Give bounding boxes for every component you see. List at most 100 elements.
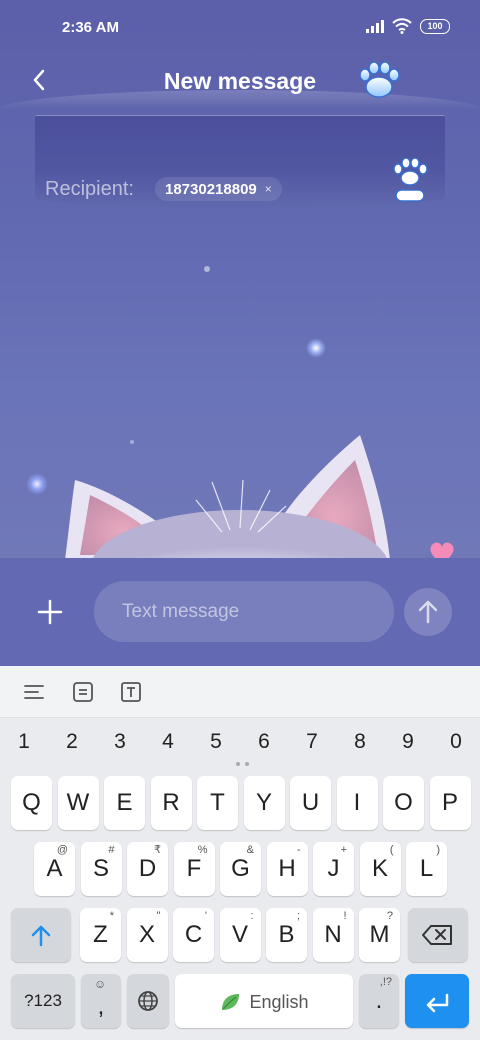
key-i[interactable]: I xyxy=(336,776,378,830)
shift-key[interactable] xyxy=(11,908,71,962)
recipient-panel: Recipient: 18730218809 × xyxy=(35,115,445,207)
keyboard-toolbar xyxy=(0,666,480,718)
key-label: T xyxy=(210,789,225,816)
key-l[interactable]: ) L xyxy=(406,842,447,896)
send-arrow-icon xyxy=(418,600,438,624)
key-label: L xyxy=(419,855,434,882)
menu-lines-icon[interactable] xyxy=(22,680,46,704)
number-key[interactable]: 3 xyxy=(96,718,144,770)
key-s[interactable]: # S xyxy=(80,842,122,896)
key-secondary-label: " xyxy=(156,910,161,922)
key-y[interactable]: Y xyxy=(243,776,285,830)
number-key[interactable]: 8 xyxy=(336,718,384,770)
globe-icon xyxy=(138,991,158,1011)
space-label: English xyxy=(249,992,309,1012)
period-sup: ,!? xyxy=(379,976,392,988)
remove-recipient-icon[interactable]: × xyxy=(265,182,272,196)
key-r[interactable]: R xyxy=(150,776,192,830)
key-z[interactable]: * Z xyxy=(80,908,121,962)
number-key[interactable]: 9 xyxy=(384,718,432,770)
paw-icon[interactable] xyxy=(356,60,402,100)
text-format-icon[interactable] xyxy=(119,680,143,704)
number-key[interactable]: 2 xyxy=(48,718,96,770)
key-label: O xyxy=(394,789,413,816)
recipient-chip[interactable]: 18730218809 × xyxy=(155,177,282,201)
key-a[interactable]: @ A xyxy=(34,842,75,896)
number-key[interactable]: 5 xyxy=(192,718,240,770)
key-secondary-label: ' xyxy=(204,910,207,922)
key-label: H xyxy=(278,855,296,882)
attach-plus-icon[interactable] xyxy=(36,598,64,626)
key-label: U xyxy=(301,789,320,816)
comma-key[interactable]: ☺ , xyxy=(81,974,121,1028)
key-f[interactable]: % F xyxy=(173,842,215,896)
key-t[interactable]: T xyxy=(197,776,238,830)
shift-arrow-icon xyxy=(31,925,51,947)
enter-arrow-icon xyxy=(426,993,449,1013)
key-h[interactable]: -H xyxy=(266,842,308,896)
key-label: B xyxy=(278,921,295,948)
key-secondary-label: ) xyxy=(436,844,440,856)
key-label: A xyxy=(46,855,63,882)
status-icons: 100 xyxy=(366,18,450,34)
key-b[interactable]: ; B xyxy=(266,908,307,962)
key-secondary-label: # xyxy=(108,844,115,856)
number-key[interactable]: 0 xyxy=(432,718,480,770)
key-p[interactable]: P xyxy=(429,776,471,830)
language-key[interactable] xyxy=(127,974,169,1028)
add-contact-paw-icon[interactable] xyxy=(389,158,431,204)
leaf-icon xyxy=(222,993,240,1010)
key-label: N xyxy=(324,921,342,948)
space-key[interactable]: English xyxy=(175,974,353,1028)
key-g[interactable]: & G xyxy=(220,842,261,896)
key-o[interactable]: O xyxy=(383,776,424,830)
key-secondary-label: ! xyxy=(343,910,347,922)
key-e[interactable]: E xyxy=(104,776,145,830)
key-secondary-label: * xyxy=(109,910,114,922)
number-key[interactable]: 1 xyxy=(0,718,48,770)
key-c[interactable]: ' C xyxy=(173,908,214,962)
heart-icon xyxy=(430,542,454,558)
emoji-icon: ☺ xyxy=(94,977,107,991)
key-label: P xyxy=(441,789,458,816)
sparkle xyxy=(306,338,326,358)
key-d[interactable]: ₹ D xyxy=(127,842,168,896)
recipient-number: 18730218809 xyxy=(165,180,257,198)
key-secondary-label: % xyxy=(197,844,208,856)
key-label: J xyxy=(327,855,340,882)
key-k[interactable]: (K xyxy=(359,842,401,896)
number-key[interactable]: 4 xyxy=(144,718,192,770)
symbols-key[interactable]: ?123 xyxy=(11,974,75,1028)
period-key[interactable]: ,!? . xyxy=(359,974,399,1028)
status-time: 2:36 AM xyxy=(62,19,119,36)
enter-key[interactable] xyxy=(405,974,469,1028)
compose-bar: Text message xyxy=(0,558,480,666)
backspace-key[interactable] xyxy=(408,908,468,962)
keyboard: 1234567890 Q W E R T Y U I O P @ A # S ₹ D% F & G - H + J(K) L *… xyxy=(0,666,480,1040)
key-label: Q xyxy=(22,789,41,816)
key-n[interactable]: ! N xyxy=(312,908,354,962)
sparkle xyxy=(204,266,210,272)
key-x[interactable]: " X xyxy=(126,908,168,962)
clipboard-icon[interactable] xyxy=(71,680,95,704)
signal-icon xyxy=(366,19,384,33)
key-u[interactable]: U xyxy=(290,776,331,830)
key-j[interactable]: + J xyxy=(313,842,354,896)
cat-illustration xyxy=(65,435,390,558)
key-w[interactable]: W xyxy=(57,776,99,830)
period-label: . xyxy=(375,987,383,1014)
key-label: I xyxy=(353,789,361,816)
key-label: M xyxy=(369,921,390,948)
key-m[interactable]: ? M xyxy=(359,908,400,962)
key-label: R xyxy=(162,789,180,816)
key-secondary-label: & xyxy=(246,844,254,856)
key-v[interactable]: :V xyxy=(219,908,261,962)
key-label: K xyxy=(371,855,388,882)
number-key[interactable]: 7 xyxy=(288,718,336,770)
text-message-input[interactable]: Text message xyxy=(94,581,394,642)
key-label: D xyxy=(138,855,157,882)
status-bar: 2:36 AM 100 xyxy=(0,0,480,56)
send-button[interactable] xyxy=(404,588,452,636)
page-dots xyxy=(236,762,249,766)
key-q[interactable]: Q xyxy=(11,776,52,830)
